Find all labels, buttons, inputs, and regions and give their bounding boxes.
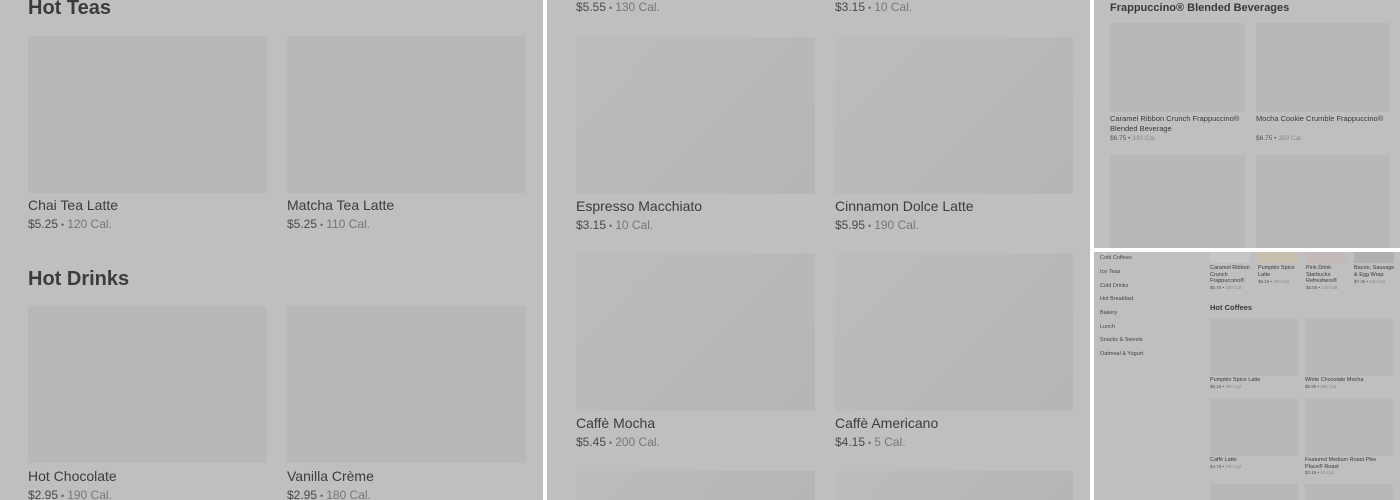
section-title-hot-coffees: Hot Coffees bbox=[1210, 303, 1253, 312]
item-meta: $6.15 • 390 Cal. bbox=[1210, 384, 1243, 389]
item-name: Espresso Macchiato bbox=[576, 198, 703, 214]
item-image[interactable] bbox=[835, 471, 1073, 500]
item-meta: $6.75 • 330 Cal. bbox=[1110, 135, 1157, 142]
item-image bbox=[1305, 318, 1393, 376]
item-name: Caffè Americano bbox=[835, 415, 939, 431]
item-meta: $7.45 • 640 Cal. bbox=[1354, 279, 1387, 284]
item-meta: $6.75 • 350 Cal. bbox=[1256, 135, 1303, 142]
item-image bbox=[1256, 23, 1390, 112]
item-meta: $5.55 • 140 Cal. bbox=[1306, 285, 1339, 290]
item-image bbox=[576, 37, 815, 194]
item-name: Matcha Tea Latte bbox=[287, 197, 395, 213]
item-meta: $5.45 • 200 Cal. bbox=[576, 435, 660, 449]
item-image bbox=[1354, 252, 1394, 263]
item-image bbox=[1305, 398, 1393, 456]
item-meta: $2.95 • 180 Cal. bbox=[287, 488, 371, 500]
item-meta: $6.75 • 330 Cal. bbox=[1210, 285, 1243, 290]
item-meta: $5.25 • 110 Cal. bbox=[287, 217, 370, 231]
sidebar-item-snacks-sweets[interactable]: Snacks & Sweets bbox=[1100, 337, 1143, 343]
sidebar-item-cold-coffees[interactable]: Cold Coffees bbox=[1100, 255, 1132, 261]
sidebar-item-lunch[interactable]: Lunch bbox=[1100, 324, 1115, 330]
item-name: Pumpkin Spice Latte bbox=[1258, 265, 1295, 278]
sidebar-item-oatmeal-yogurt[interactable]: Oatmeal & Yogurt bbox=[1100, 351, 1143, 357]
item-meta: $6.15 • 390 Cal. bbox=[1258, 279, 1291, 284]
item-image[interactable] bbox=[1110, 155, 1245, 248]
item-meta: $2.95 • 190 Cal. bbox=[28, 488, 112, 500]
sidebar-item-hot-breakfast[interactable]: Hot Breakfast bbox=[1100, 296, 1133, 302]
item-name: Hot Chocolate bbox=[28, 468, 117, 484]
item-name: Pink Drink Starbucks Refreshers® bbox=[1306, 265, 1337, 284]
item-image bbox=[1210, 398, 1298, 456]
item-name: Vanilla Crème bbox=[287, 468, 374, 484]
item-meta: $4.75 • 190 Cal. bbox=[1210, 464, 1243, 469]
item-meta: $3.15 • 10 Cal. bbox=[576, 218, 654, 232]
section-title-hot-teas: Hot Teas bbox=[28, 0, 111, 19]
section-title-hot-drinks: Hot Drinks bbox=[28, 268, 130, 290]
item-image[interactable] bbox=[1210, 484, 1298, 500]
item-name: Bacon, Sausage & Egg Wrap bbox=[1354, 265, 1395, 278]
sidebar-item-ice-teas[interactable]: Ice Teas bbox=[1100, 269, 1120, 275]
item-meta: $5.25 • 120 Cal. bbox=[28, 217, 112, 231]
item-name: Caffè Latte bbox=[1210, 457, 1237, 463]
panel-menu-overview: Cold Coffees Ice Teas Cold Drinks Hot Br… bbox=[1094, 252, 1400, 500]
item-name: Featured Medium Roast Pike Place® Roast bbox=[1305, 457, 1377, 470]
item-image[interactable] bbox=[576, 471, 815, 500]
item-name: Caramel Ribbon Crunch Frappuccino® Blend… bbox=[1110, 114, 1240, 133]
item-image bbox=[28, 306, 267, 463]
item-name: Pumpkin Spice Latte bbox=[1210, 377, 1261, 383]
panel-hot-coffees: $5.55 • 130 Cal. $3.15 • 10 Cal. Espresso Ma… bbox=[547, 0, 1090, 500]
item-name: Mocha Cookie Crumble Frappuccino® bbox=[1256, 114, 1384, 123]
item-meta: $3.15 • 10 Cal. bbox=[835, 0, 913, 14]
item-image bbox=[287, 36, 526, 193]
item-image bbox=[576, 253, 815, 411]
item-image bbox=[835, 37, 1073, 194]
item-name: Caffè Mocha bbox=[576, 415, 656, 431]
item-image[interactable] bbox=[1256, 155, 1390, 248]
item-name: Caramel Ribbon Crunch Frappuccino® bbox=[1210, 265, 1250, 284]
item-meta: $5.95 • 390 Cal. bbox=[1305, 384, 1338, 389]
sidebar-item-cold-drinks[interactable]: Cold Drinks bbox=[1100, 283, 1128, 289]
item-image bbox=[1110, 23, 1245, 112]
item-meta: $3.15 • 10 Cal. bbox=[1305, 470, 1335, 475]
sidebar-item-bakery[interactable]: Bakery bbox=[1100, 310, 1117, 316]
item-image[interactable] bbox=[1305, 484, 1393, 500]
item-image bbox=[28, 36, 267, 193]
item-name: White Chocolate Mocha bbox=[1305, 377, 1364, 383]
item-image bbox=[1210, 318, 1298, 376]
item-image bbox=[1306, 252, 1346, 263]
item-image bbox=[287, 306, 526, 463]
item-image bbox=[835, 253, 1073, 411]
item-name: Cinnamon Dolce Latte bbox=[835, 198, 974, 214]
panel-hot-teas-drinks: Hot Teas Chai Tea Latte $5.25 • 120 Cal. M… bbox=[0, 0, 543, 500]
item-name: Chai Tea Latte bbox=[28, 197, 119, 213]
item-image bbox=[1210, 252, 1250, 263]
panel-frappuccino: Frappuccino® Blended Beverages Caramel R… bbox=[1094, 0, 1400, 248]
item-meta: $4.15 • 5 Cal. bbox=[835, 435, 906, 449]
item-meta: $5.55 • 130 Cal. bbox=[576, 0, 660, 14]
item-meta: $5.95 • 190 Cal. bbox=[835, 218, 919, 232]
item-image bbox=[1258, 252, 1298, 263]
category-sidebar: Cold Coffees Ice Teas Cold Drinks Hot Br… bbox=[1094, 252, 1194, 500]
section-title-frappuccino: Frappuccino® Blended Beverages bbox=[1110, 2, 1290, 14]
